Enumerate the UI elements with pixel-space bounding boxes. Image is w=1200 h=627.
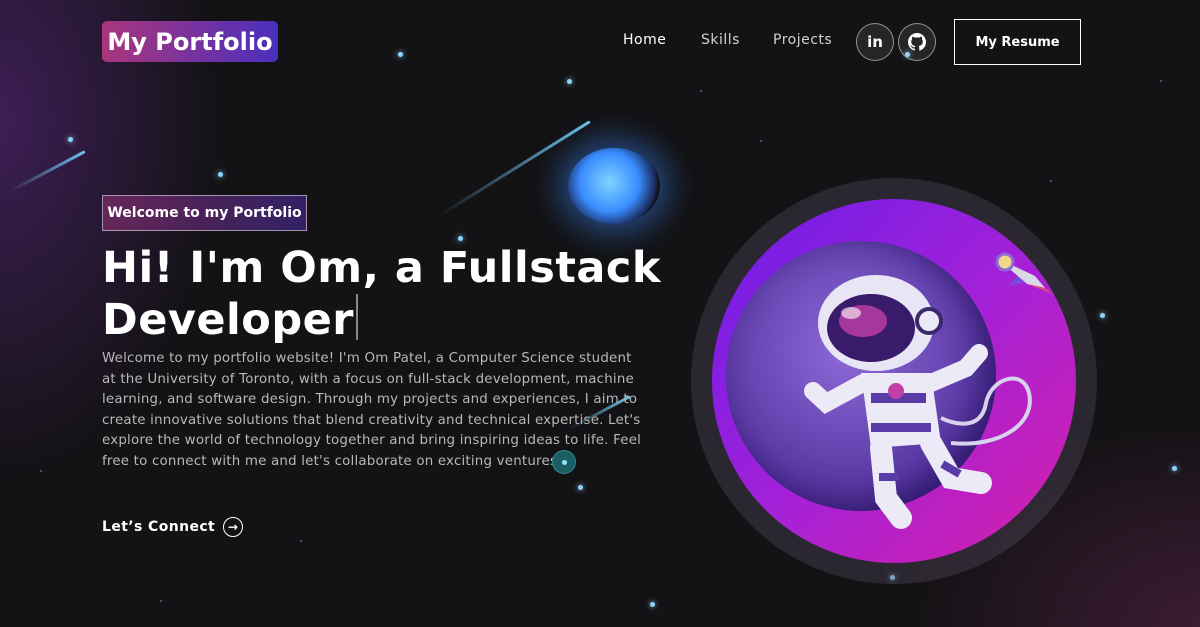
github-button[interactable] [898,23,936,61]
star [650,602,655,607]
shooting-star [436,120,591,219]
headline-text: Hi! I'm Om, a Fullstack Developer [102,243,661,345]
shooting-star [9,150,86,193]
blue-orb-icon [568,148,660,224]
bubble-icon [552,450,576,474]
star [398,52,403,57]
connect-label: Let’s Connect [102,519,216,535]
star [68,137,73,142]
tagline-badge: Welcome to my Portfolio [102,195,307,231]
linkedin-button[interactable]: in [856,23,894,61]
github-icon [908,33,926,51]
astronaut-figure [804,275,1032,529]
nav-link-home[interactable]: Home [623,32,666,48]
star [300,540,302,542]
star [1100,313,1105,318]
star [567,79,572,84]
star [1160,80,1162,82]
star [40,470,42,472]
connect-button[interactable]: Let’s Connect → [102,517,244,537]
typing-caret [355,294,358,340]
star [218,172,223,177]
star [458,236,463,241]
nav-link-skills[interactable]: Skills [701,32,740,48]
star [760,140,762,142]
star [700,90,702,92]
linkedin-icon: in [867,33,883,51]
star [1050,180,1052,182]
logo[interactable]: My Portfolio [102,21,278,62]
star [1172,466,1177,471]
arrow-right-circle-icon: → [223,517,244,537]
nav-link-projects[interactable]: Projects [773,32,832,48]
resume-button[interactable]: My Resume [954,19,1081,65]
astronaut-illustration [691,178,1097,584]
star [578,485,583,490]
page-title: Hi! I'm Om, a Fullstack Developer [102,242,662,346]
star [160,600,162,602]
